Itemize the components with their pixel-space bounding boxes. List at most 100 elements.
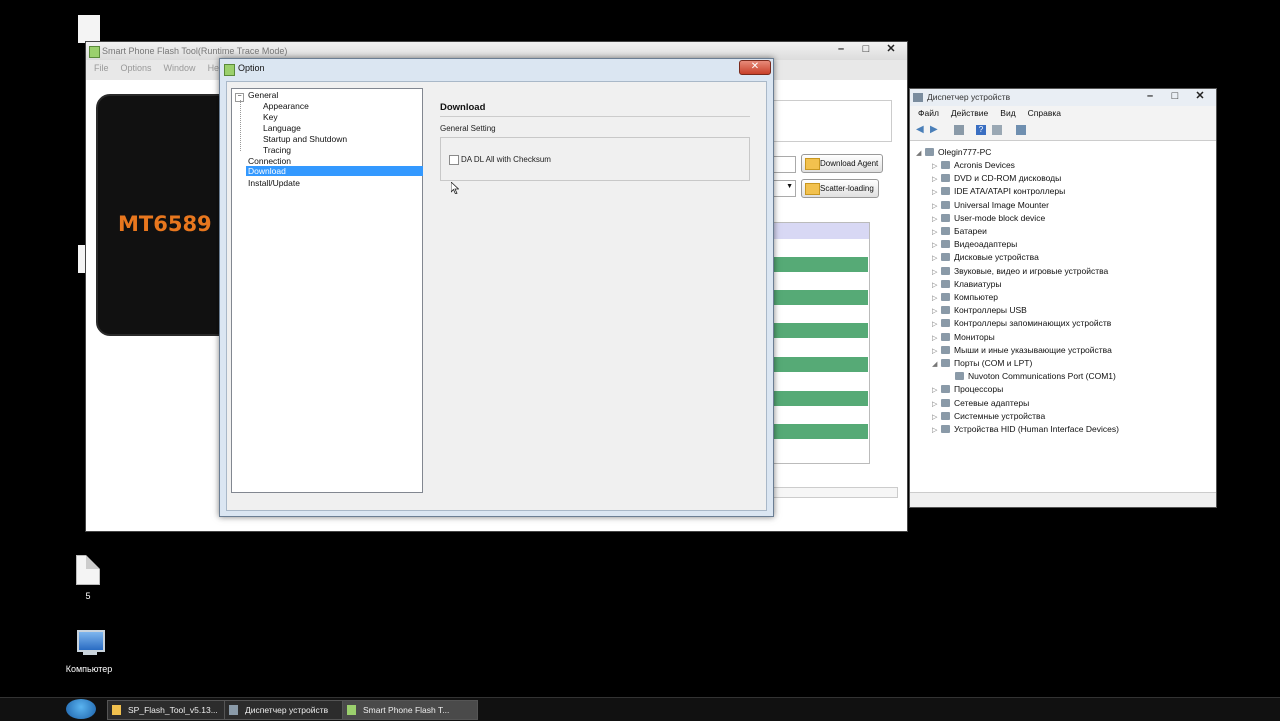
file-icon xyxy=(76,555,100,585)
table-row[interactable] xyxy=(772,391,868,406)
device-category-item[interactable]: ▷ Клавиатуры xyxy=(932,279,1001,289)
expand-icon[interactable]: ▷ xyxy=(932,386,941,394)
expand-icon[interactable]: ▷ xyxy=(932,215,941,223)
desktop-computer[interactable]: Компьютер xyxy=(58,630,120,674)
menu-file[interactable]: File xyxy=(94,63,109,73)
expand-icon[interactable]: ▷ xyxy=(932,188,941,196)
device-category-item[interactable]: ▷ Мыши и иные указывающие устройства xyxy=(932,345,1112,355)
table-row[interactable] xyxy=(772,257,868,272)
maximize-button[interactable]: □ xyxy=(854,43,878,57)
device-category-item[interactable]: ▷ Контроллеры USB xyxy=(932,305,1027,315)
tree-item-install-update[interactable]: Install/Update xyxy=(248,178,300,188)
help-icon[interactable]: ? xyxy=(976,125,986,135)
scan-hardware-icon[interactable] xyxy=(1016,125,1026,135)
tree-item-tracing[interactable]: Tracing xyxy=(263,145,291,155)
expand-icon[interactable]: ▷ xyxy=(932,307,941,315)
close-button[interactable]: ✕ xyxy=(1188,90,1212,104)
device-manager-titlebar[interactable]: Диспетчер устройств – □ ✕ xyxy=(910,89,1216,106)
expand-icon[interactable]: ▷ xyxy=(932,294,941,302)
taskbar-button-device-manager[interactable]: Диспетчер устройств xyxy=(224,700,360,720)
download-agent-path-input[interactable] xyxy=(772,156,796,173)
taskbar-button-sp-flash-folder[interactable]: SP_Flash_Tool_v5.13... xyxy=(107,700,227,720)
dialog-close-button[interactable]: ✕ xyxy=(739,60,771,75)
expand-icon[interactable]: ▷ xyxy=(932,400,941,408)
menu-window[interactable]: Window xyxy=(164,63,196,73)
expand-icon[interactable]: ▷ xyxy=(932,334,941,342)
device-category-item[interactable]: ▷ Компьютер xyxy=(932,292,998,302)
expand-icon[interactable]: ▷ xyxy=(932,202,941,210)
menu-view[interactable]: Вид xyxy=(1000,106,1015,120)
device-category-item[interactable]: ▷ Звуковые, видео и игровые устройства xyxy=(932,266,1108,276)
menu-help[interactable]: Справка xyxy=(1028,106,1061,120)
collapse-icon[interactable]: ◢ xyxy=(932,360,941,368)
device-category-item[interactable]: ▷ Процессоры xyxy=(932,384,1003,394)
menu-help[interactable]: He xyxy=(208,63,220,73)
maximize-button[interactable]: □ xyxy=(1163,90,1187,104)
back-icon[interactable]: ◀ xyxy=(916,125,926,135)
table-row[interactable] xyxy=(772,357,868,372)
device-category-item[interactable]: ▷ Мониторы xyxy=(932,332,995,342)
device-category-label: Батареи xyxy=(954,226,987,236)
device-category-item[interactable]: ◢ Порты (COM и LPT) xyxy=(932,358,1032,368)
expand-icon[interactable]: ▷ xyxy=(932,426,941,434)
expand-icon[interactable]: ▷ xyxy=(932,268,941,276)
tree-root[interactable]: ◢ Olegin777-PC xyxy=(916,147,991,157)
view-icon[interactable] xyxy=(992,125,1002,135)
download-agent-button[interactable]: Download Agent xyxy=(801,154,884,173)
tree-item-appearance[interactable]: Appearance xyxy=(263,101,309,111)
expand-icon[interactable]: ▷ xyxy=(932,228,941,236)
taskbar-button-flash-tool[interactable]: Smart Phone Flash T... xyxy=(342,700,478,720)
expand-icon[interactable]: ▷ xyxy=(932,254,941,262)
device-category-item[interactable]: ▷ DVD и CD-ROM дисководы xyxy=(932,173,1061,183)
expand-icon[interactable]: ▷ xyxy=(932,241,941,249)
forward-icon[interactable]: ▶ xyxy=(930,125,940,135)
device-category-item[interactable]: ▷ Сетевые адаптеры xyxy=(932,398,1029,408)
tree-item-key[interactable]: Key xyxy=(263,112,278,122)
table-row[interactable] xyxy=(772,323,868,338)
menu-file[interactable]: Файл xyxy=(918,106,939,120)
scatter-path-select[interactable]: ▼ xyxy=(772,180,796,197)
device-category-item[interactable]: ▷ Батареи xyxy=(932,226,987,236)
tree-item-download[interactable]: Download xyxy=(246,166,423,176)
tree-item-language[interactable]: Language xyxy=(263,123,301,133)
tree-item-startup[interactable]: Startup and Shutdown xyxy=(263,134,347,144)
device-category-item[interactable]: ▷ Acronis Devices xyxy=(932,160,1015,170)
device-category-item[interactable]: ▷ Дисковые устройства xyxy=(932,252,1039,262)
checksum-checkbox-label[interactable]: DA DL All with Checksum xyxy=(461,155,551,164)
device-category-item[interactable]: ▷ Системные устройства xyxy=(932,411,1045,421)
tree-item-connection[interactable]: Connection xyxy=(248,156,291,166)
expand-icon[interactable]: ▷ xyxy=(932,162,941,170)
minimize-button[interactable]: – xyxy=(829,43,853,57)
desktop-icon-partial[interactable] xyxy=(78,15,100,43)
desktop-file-5[interactable]: 5 xyxy=(66,555,110,601)
minimize-button[interactable]: – xyxy=(1138,90,1162,104)
expand-icon[interactable]: ▷ xyxy=(932,281,941,289)
expand-icon[interactable]: ▷ xyxy=(932,320,941,328)
device-category-item[interactable]: ▷ Universal Image Mounter xyxy=(932,200,1049,210)
device-manager-title: Диспетчер устройств xyxy=(927,92,1011,102)
device-category-label: Дисковые устройства xyxy=(954,252,1039,263)
computer-icon xyxy=(925,148,934,156)
device-category-item[interactable]: ▷ User-mode block device xyxy=(932,213,1045,223)
expand-icon[interactable]: ▷ xyxy=(932,347,941,355)
scatter-loading-button[interactable]: Scatter-loading xyxy=(801,179,879,198)
expand-icon[interactable]: ▷ xyxy=(932,175,941,183)
expand-icon[interactable]: ◢ xyxy=(916,149,925,157)
close-button[interactable]: ✕ xyxy=(879,43,903,57)
properties-icon[interactable] xyxy=(954,125,964,135)
table-row[interactable] xyxy=(772,424,868,439)
menu-action[interactable]: Действие xyxy=(951,106,988,120)
menu-options[interactable]: Options xyxy=(121,63,152,73)
device-category-label: DVD и CD-ROM дисководы xyxy=(954,173,1062,184)
start-button[interactable] xyxy=(66,699,96,719)
device-category-item[interactable]: ▷ Контроллеры запоминающих устройств xyxy=(932,318,1111,328)
expand-icon[interactable]: ▷ xyxy=(932,413,941,421)
device-category-item[interactable]: ▷ Устройства HID (Human Interface Devices… xyxy=(932,424,1119,434)
table-row[interactable] xyxy=(772,290,868,305)
device-category-item[interactable]: ▷ IDE ATA/ATAPI контроллеры xyxy=(932,186,1065,196)
device-manager-statusbar xyxy=(910,492,1216,507)
flash-tool-title: Smart Phone Flash Tool(Runtime Trace Mod… xyxy=(102,46,288,56)
device-category-item[interactable]: ▷ Видеоадаптеры xyxy=(932,239,1017,249)
checksum-checkbox[interactable] xyxy=(449,155,459,165)
device-item-com-port[interactable]: Nuvoton Communications Port (COM1) xyxy=(955,371,1116,381)
